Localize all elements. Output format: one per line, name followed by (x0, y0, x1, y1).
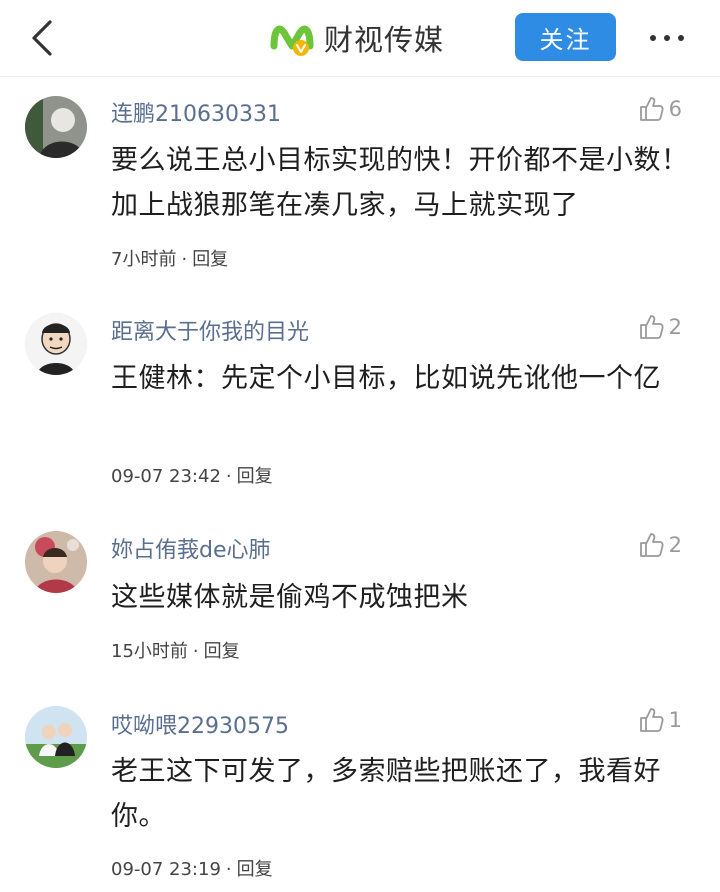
more-dots-icon (650, 35, 684, 41)
username[interactable]: 哎呦喂22930575 (111, 708, 289, 740)
like-count: 2 (668, 315, 682, 339)
like-count: 2 (668, 533, 682, 557)
more-button[interactable] (644, 26, 690, 50)
brand-logo-icon (270, 25, 314, 56)
like-button[interactable]: 2 (637, 313, 682, 341)
follow-button[interactable]: 关注 (515, 13, 616, 61)
top-bar: 财视传媒 关注 (0, 0, 720, 77)
thumbs-up-icon (639, 533, 664, 557)
avatar[interactable] (25, 313, 87, 375)
reply-button[interactable]: 回复 (237, 466, 273, 487)
meta-separator: · (225, 466, 232, 487)
brand: 财视传媒 (270, 14, 444, 62)
back-button[interactable] (22, 14, 66, 62)
brand-name: 财视传媒 (324, 23, 445, 57)
reply-button[interactable]: 回复 (237, 859, 273, 880)
comment-meta: 15小时前 · 回复 (111, 637, 240, 663)
comment-meta: 09-07 23:42 · 回复 (111, 462, 273, 488)
thumbs-up-icon (639, 315, 664, 339)
comment-time: 7小时前 (111, 249, 177, 270)
avatar[interactable] (25, 96, 87, 158)
comment-time: 09-07 23:19 (111, 859, 221, 880)
comment-text: 这些媒体就是偷鸡不成蚀把米 (111, 582, 469, 613)
avatar[interactable] (25, 706, 87, 768)
reply-button[interactable]: 回复 (192, 249, 228, 270)
like-count: 1 (668, 708, 682, 732)
comment-time: 09-07 23:42 (111, 466, 221, 487)
meta-separator: · (192, 641, 199, 662)
comment-text: 要么说王总小目标实现的快！开价都不是小数！加上战狼那笔在凑几家，马上就实现了 (111, 145, 689, 221)
chevron-left-icon (32, 20, 52, 56)
username[interactable]: 距离大于你我的目光 (111, 314, 309, 346)
like-button[interactable]: 1 (637, 706, 682, 734)
like-button[interactable]: 6 (637, 95, 682, 123)
comment-time: 15小时前 (111, 641, 188, 662)
comment-meta: 09-07 23:19 · 回复 (111, 855, 273, 881)
comment-meta: 7小时前 · 回复 (111, 245, 228, 271)
comment-text: 老王这下可发了，多索赔些把账还了，我看好你。 (111, 756, 661, 832)
like-button[interactable]: 2 (637, 531, 682, 559)
meta-separator: · (225, 859, 232, 880)
reply-button[interactable]: 回复 (204, 641, 240, 662)
avatar[interactable] (25, 531, 87, 593)
username[interactable]: 妳占侑莪de心肺 (111, 532, 271, 564)
like-count: 6 (668, 97, 682, 121)
thumbs-up-icon (639, 708, 664, 732)
meta-separator: · (181, 249, 188, 270)
comment-text: 王健林：先定个小目标，比如说先讹他一个亿 (111, 363, 661, 394)
thumbs-up-icon (639, 97, 664, 121)
username[interactable]: 连鹏210630331 (111, 96, 281, 128)
